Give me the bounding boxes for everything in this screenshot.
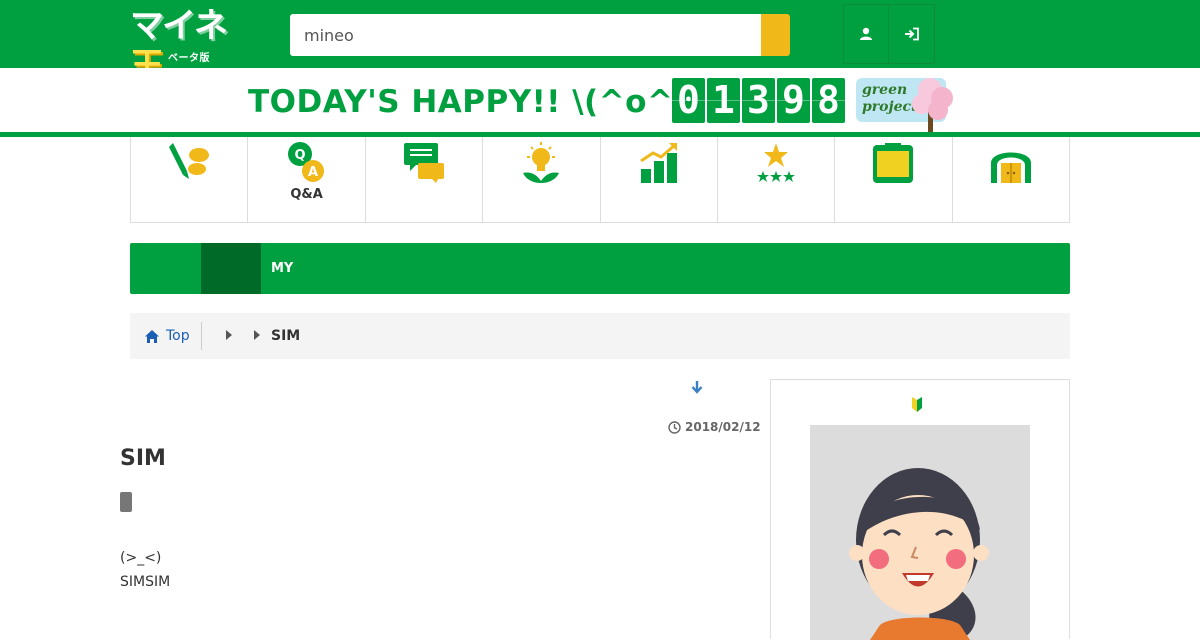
counter-digit: 9 xyxy=(777,78,810,123)
cherry-tree-icon xyxy=(912,78,953,132)
breadcrumb-divider xyxy=(201,322,202,350)
svg-text:A: A xyxy=(308,165,318,180)
chat-bubbles-icon xyxy=(403,143,444,183)
svg-text:Q: Q xyxy=(294,148,305,163)
site-header: マイネ王 ベータ版 xyxy=(0,0,1200,86)
door-icon xyxy=(990,152,1031,183)
breadcrumb-top-link[interactable]: Top xyxy=(144,313,190,359)
breadcrumb-current: SIM xyxy=(271,328,301,344)
search-form xyxy=(290,14,790,56)
counter-digit: 1 xyxy=(707,78,740,123)
home-icon xyxy=(145,329,159,343)
category-qa[interactable]: Q A Q&A xyxy=(248,137,366,222)
clock-icon xyxy=(668,420,681,434)
beginner-mark-icon xyxy=(912,397,922,412)
logo-beta-label: ベータ版 xyxy=(168,53,210,64)
author-profile-card xyxy=(770,379,1070,640)
category-nav: Q A Q&A xyxy=(130,137,1070,223)
user-icon xyxy=(860,27,872,40)
happy-counter: 0 1 3 9 8 xyxy=(672,78,845,123)
category-chat[interactable] xyxy=(366,137,484,222)
counter-digit: 3 xyxy=(742,78,775,123)
counter-digit: 0 xyxy=(672,78,705,123)
breadcrumb-top-label: Top xyxy=(166,328,190,344)
lightbulb-icon xyxy=(523,142,560,183)
breadcrumb-arrow-icon xyxy=(254,330,260,340)
category-qa-label: Q&A xyxy=(290,187,323,202)
login-button[interactable] xyxy=(889,5,934,63)
sub-nav-tab-active[interactable] xyxy=(201,243,261,294)
category-ideas[interactable] xyxy=(483,137,601,222)
post-body-line: SIMSIM xyxy=(120,574,171,590)
post-date-text: 2018/02/12 xyxy=(685,420,761,434)
post-tag-badge[interactable] xyxy=(120,492,132,512)
category-door[interactable] xyxy=(953,137,1069,222)
breadcrumb-arrow-icon xyxy=(226,330,232,340)
arrow-down-icon[interactable] xyxy=(690,380,704,394)
breadcrumb: Top SIM xyxy=(130,313,1070,359)
stars-icon xyxy=(757,143,796,182)
box-icon xyxy=(873,143,914,183)
sub-nav-bar: MY xyxy=(130,243,1070,294)
category-blog[interactable] xyxy=(131,137,249,222)
post-date: 2018/02/12 xyxy=(668,420,761,434)
category-growth[interactable] xyxy=(601,137,718,222)
post-body-line: (>_<) xyxy=(120,550,162,566)
growth-chart-icon xyxy=(639,143,677,183)
site-logo[interactable]: マイネ王 ベータ版 xyxy=(130,6,248,86)
post-title: SIM xyxy=(120,446,166,471)
login-icon xyxy=(904,27,919,41)
happy-banner-text: TODAY'S HAPPY!! \(^o^)/ xyxy=(248,84,700,120)
search-button[interactable] xyxy=(761,14,790,56)
qa-icon: Q A xyxy=(287,142,324,182)
avatar[interactable] xyxy=(810,425,1030,640)
mypage-button[interactable] xyxy=(844,5,889,63)
logo-text: マイネ xyxy=(130,6,228,46)
sub-nav-my[interactable]: MY xyxy=(271,243,293,294)
search-input[interactable] xyxy=(290,14,761,56)
pen-chat-icon xyxy=(169,143,210,179)
counter-digit: 8 xyxy=(812,78,845,123)
user-menu xyxy=(843,4,935,64)
category-ranking[interactable] xyxy=(718,137,836,222)
category-box[interactable] xyxy=(835,137,953,222)
